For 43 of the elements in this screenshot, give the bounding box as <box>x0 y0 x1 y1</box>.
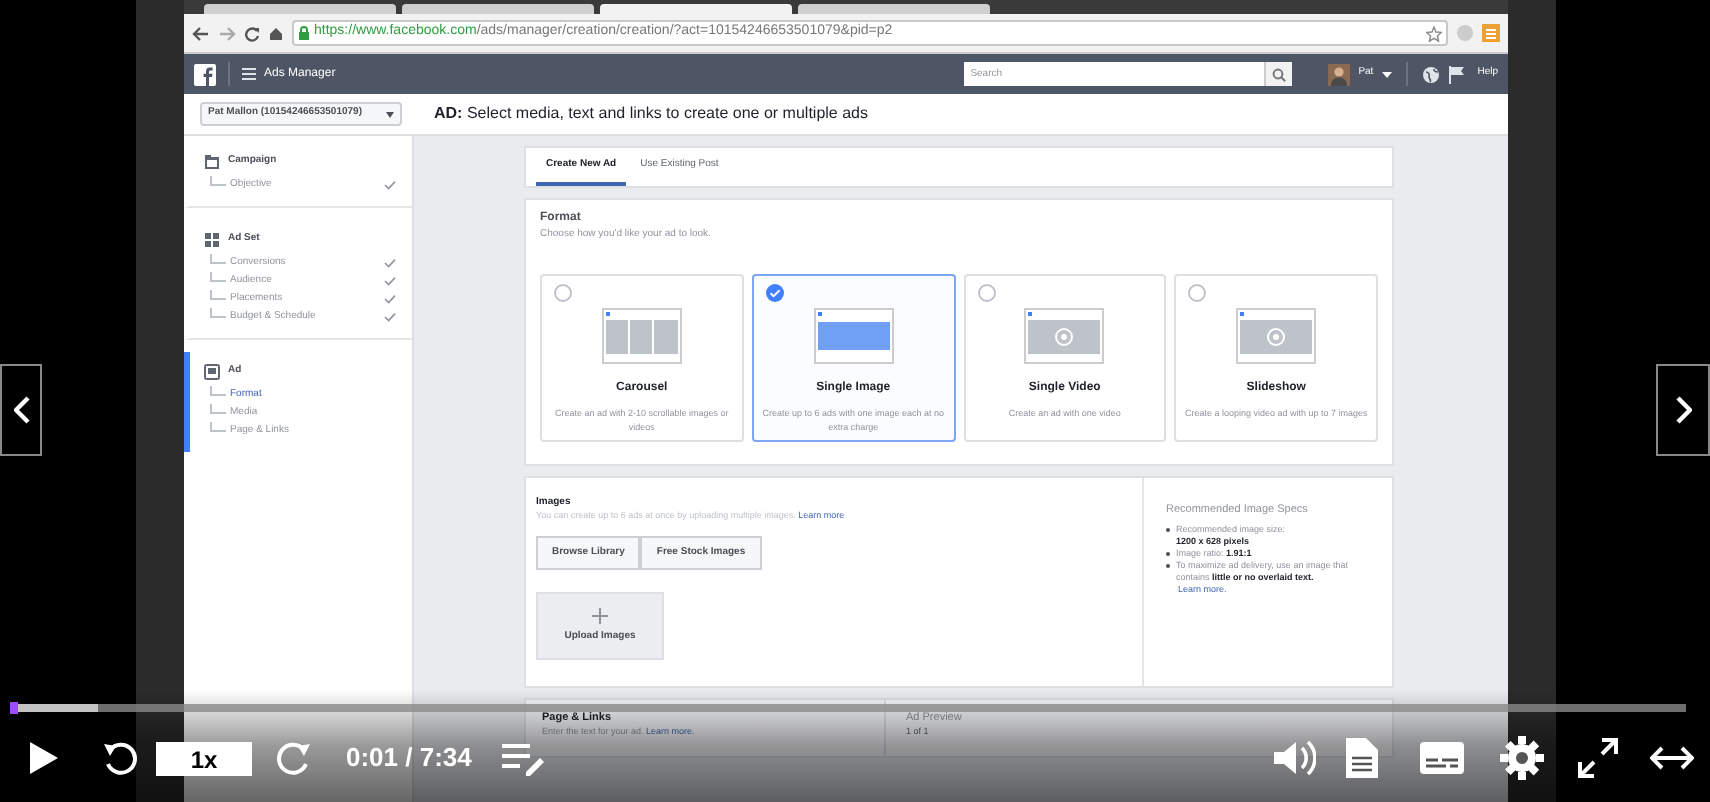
caret-icon <box>386 111 394 117</box>
folder-icon <box>204 154 220 170</box>
plus-icon <box>592 607 608 623</box>
progress-track[interactable] <box>10 704 1686 712</box>
page-heading: AD: Select media, text and links to create one or multiple ads <box>434 102 868 126</box>
video-thumbnail-icon <box>1024 307 1105 363</box>
reload-icon[interactable] <box>244 25 260 41</box>
screen-icon <box>204 364 220 380</box>
image-thumbnail-icon <box>813 307 894 363</box>
chevron-right-icon <box>1675 396 1691 424</box>
widen-icon[interactable] <box>1650 746 1694 770</box>
logo-icon[interactable] <box>194 63 216 85</box>
play-icon[interactable] <box>28 740 60 776</box>
video-thumbnail-icon <box>1236 307 1317 363</box>
globe-icon[interactable] <box>1421 65 1440 83</box>
radio-icon[interactable] <box>554 283 572 301</box>
chevron-left-icon <box>13 396 29 424</box>
time-display: 0:01 / 7:34 <box>346 740 472 777</box>
flag-icon[interactable] <box>1447 65 1466 83</box>
carousel-thumbnail-icon <box>601 307 682 363</box>
captions-icon[interactable] <box>1420 742 1464 774</box>
speed-button[interactable]: 1x <box>156 741 252 775</box>
menu-icon[interactable] <box>242 68 256 80</box>
previous-button[interactable] <box>0 364 42 456</box>
rewind-icon[interactable] <box>102 740 138 776</box>
grid-icon <box>204 232 220 248</box>
lock-icon <box>298 26 310 40</box>
radio-icon[interactable] <box>1188 283 1207 301</box>
radio-checked-icon[interactable] <box>765 283 784 301</box>
volume-icon[interactable] <box>1272 738 1316 778</box>
radio-icon[interactable] <box>977 283 995 301</box>
star-icon[interactable] <box>1426 25 1442 41</box>
back-icon[interactable] <box>192 25 210 41</box>
avatar-icon[interactable] <box>1328 63 1351 85</box>
notes-icon[interactable] <box>499 740 544 776</box>
home-icon[interactable] <box>268 25 284 41</box>
caret-icon[interactable] <box>1381 71 1392 77</box>
fullscreen-icon[interactable] <box>1578 738 1618 778</box>
document-icon[interactable] <box>1344 736 1380 780</box>
next-button[interactable] <box>1656 364 1710 456</box>
forward-icon[interactable] <box>276 740 312 776</box>
search-icon[interactable] <box>1272 67 1287 81</box>
settings-icon[interactable] <box>1500 736 1544 780</box>
